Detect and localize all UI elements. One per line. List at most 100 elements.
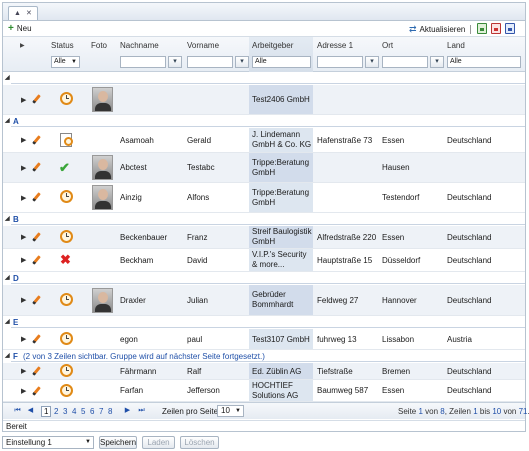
edit-icon[interactable]: [32, 192, 41, 202]
edit-icon[interactable]: [32, 366, 41, 376]
last-page-icon[interactable]: ⏭: [136, 406, 147, 417]
lastname-filter-input[interactable]: [120, 56, 166, 68]
page-link[interactable]: 1: [41, 406, 52, 417]
row-expand-icon[interactable]: ▶: [21, 136, 26, 144]
first-page-icon[interactable]: ⏮: [12, 406, 23, 417]
firstname-filter-button[interactable]: ▾: [235, 56, 249, 68]
grid-tab[interactable]: ▲ ✕: [8, 6, 38, 20]
edit-icon[interactable]: [32, 255, 41, 265]
export-word-icon[interactable]: [505, 23, 515, 34]
header-country[interactable]: Land: [447, 41, 465, 50]
page-link[interactable]: 5: [81, 407, 85, 416]
header-city[interactable]: Ort: [382, 41, 393, 50]
country-cell: Deutschland: [447, 136, 492, 145]
header-address[interactable]: Adresse 1: [317, 41, 353, 50]
expand-all-icon[interactable]: ▶: [20, 42, 25, 49]
close-icon[interactable]: ✕: [26, 7, 32, 20]
city-filter-input[interactable]: [382, 56, 428, 68]
delete-button[interactable]: Löschen: [180, 436, 219, 449]
address-filter-button[interactable]: ▾: [365, 56, 379, 68]
table-row[interactable]: ▶ Draxler Julian Gebrüder Bommhardt Feld…: [3, 285, 525, 316]
country-filter-select[interactable]: Alle: [447, 56, 521, 68]
table-row[interactable]: ▶ Asamoah Gerald J. Lindemann GmbH & Co.…: [3, 128, 525, 153]
row-expand-icon[interactable]: ▶: [21, 387, 26, 395]
edit-icon[interactable]: [32, 295, 41, 305]
previous-page-icon[interactable]: ◀: [25, 406, 36, 417]
table-row[interactable]: ▶ ✖ Beckham David V.I.P.'s Security & mo…: [3, 249, 525, 272]
page-link[interactable]: 2: [54, 407, 58, 416]
group-collapse-icon[interactable]: ◢: [5, 74, 10, 81]
header-firstname[interactable]: Vorname: [187, 41, 219, 50]
country-cell: Deutschland: [447, 256, 492, 265]
city-cell: Essen: [382, 136, 405, 145]
edit-icon[interactable]: [32, 162, 41, 172]
clock-status-icon: [60, 364, 73, 377]
page-link[interactable]: 3: [63, 407, 67, 416]
firstname-cell: David: [187, 256, 208, 265]
table-row[interactable]: ▶ ✔ Abctest Testabc Trippe:Beratung GmbH…: [3, 153, 525, 183]
row-expand-icon[interactable]: ▶: [21, 335, 26, 343]
group-header-b[interactable]: ◢ B: [3, 215, 525, 225]
pager: ⏮ ◀ 1 2 3 4 5 6 7 8 ▶ ⏭ Zeilen pro Seite…: [3, 402, 529, 419]
address-filter-input[interactable]: [317, 56, 363, 68]
row-expand-icon[interactable]: ▶: [21, 367, 26, 375]
group-collapse-icon[interactable]: ◢: [5, 352, 10, 359]
next-page-icon[interactable]: ▶: [122, 406, 133, 417]
page-link[interactable]: 8: [108, 407, 112, 416]
table-row[interactable]: ▶ Beckenbauer Franz Streif Baulogistik G…: [3, 226, 525, 249]
edit-icon[interactable]: [32, 334, 41, 344]
collapse-icon[interactable]: ▲: [14, 7, 21, 20]
employer-cell: Trippe:Beratung GmbH: [252, 188, 310, 207]
lastname-filter-button[interactable]: ▾: [168, 56, 182, 68]
employer-filter-select[interactable]: Alle: [252, 56, 311, 68]
cross-status-icon: ✖: [60, 252, 71, 267]
new-button[interactable]: + Neu: [8, 23, 32, 33]
header-lastname[interactable]: Nachname: [120, 41, 159, 50]
page-size-select[interactable]: 10 ▼: [217, 405, 244, 417]
city-cell: Lissabon: [382, 335, 415, 344]
city-filter-button[interactable]: ▾: [430, 56, 444, 68]
group-header-f[interactable]: ◢ F (2 von 3 Zeilen sichtbar. Gruppe wir…: [3, 352, 525, 362]
group-header-a[interactable]: ◢ A: [3, 117, 525, 127]
group-header-d[interactable]: ◢ D: [3, 274, 525, 284]
table-row[interactable]: ▶ Farfan Jefferson HOCHTIEF Solutions AG…: [3, 380, 525, 402]
row-expand-icon[interactable]: ▶: [21, 164, 26, 172]
status-filter-select[interactable]: Alle ▼: [51, 56, 80, 68]
page-link[interactable]: 7: [99, 407, 103, 416]
header-employer[interactable]: Arbeitgeber: [252, 41, 293, 50]
edit-icon[interactable]: [32, 232, 41, 242]
group-collapse-icon[interactable]: ◢: [5, 318, 10, 325]
row-expand-icon[interactable]: ▶: [21, 296, 26, 304]
edit-icon[interactable]: [32, 135, 41, 145]
clock-status-icon: [60, 384, 73, 397]
row-expand-icon[interactable]: ▶: [21, 256, 26, 264]
table-row[interactable]: ▶ egon paul Test3107 GmbH fuhrweg 13 Lis…: [3, 329, 525, 350]
firstname-filter-input[interactable]: [187, 56, 233, 68]
row-expand-icon[interactable]: ▶: [21, 233, 26, 241]
header-photo[interactable]: Foto: [91, 41, 107, 50]
table-row[interactable]: ▶ Ainzig Alfons Trippe:Beratung GmbH Tes…: [3, 183, 525, 213]
group-header-e[interactable]: ◢ E: [3, 318, 525, 328]
table-row[interactable]: ▶ Test2406 GmbH: [3, 85, 525, 115]
export-excel-icon[interactable]: [477, 23, 487, 34]
address-cell: Hauptstraße 15: [317, 256, 373, 265]
group-collapse-icon[interactable]: ◢: [5, 274, 10, 281]
load-button[interactable]: Laden: [142, 436, 175, 449]
row-expand-icon[interactable]: ▶: [21, 96, 26, 104]
edit-icon[interactable]: [32, 386, 41, 396]
group-header-blank[interactable]: ◢: [3, 74, 525, 84]
country-cell: Deutschland: [447, 233, 492, 242]
edit-icon[interactable]: [32, 94, 41, 104]
row-expand-icon[interactable]: ▶: [21, 194, 26, 202]
lastname-cell: Draxler: [120, 296, 146, 305]
group-collapse-icon[interactable]: ◢: [5, 215, 10, 222]
table-row[interactable]: ▶ Fährmann Ralf Ed. Züblin AG Tiefstraße…: [3, 363, 525, 380]
settings-select[interactable]: Einstellung 1 ▼: [2, 436, 94, 449]
export-pdf-icon[interactable]: [491, 23, 501, 34]
group-collapse-icon[interactable]: ◢: [5, 117, 10, 124]
save-button[interactable]: Speichern: [99, 436, 137, 449]
header-status[interactable]: Status: [51, 41, 74, 50]
page-link[interactable]: 4: [72, 407, 76, 416]
page-link[interactable]: 6: [90, 407, 94, 416]
refresh-button[interactable]: ⇄ Aktualisieren: [409, 24, 465, 35]
